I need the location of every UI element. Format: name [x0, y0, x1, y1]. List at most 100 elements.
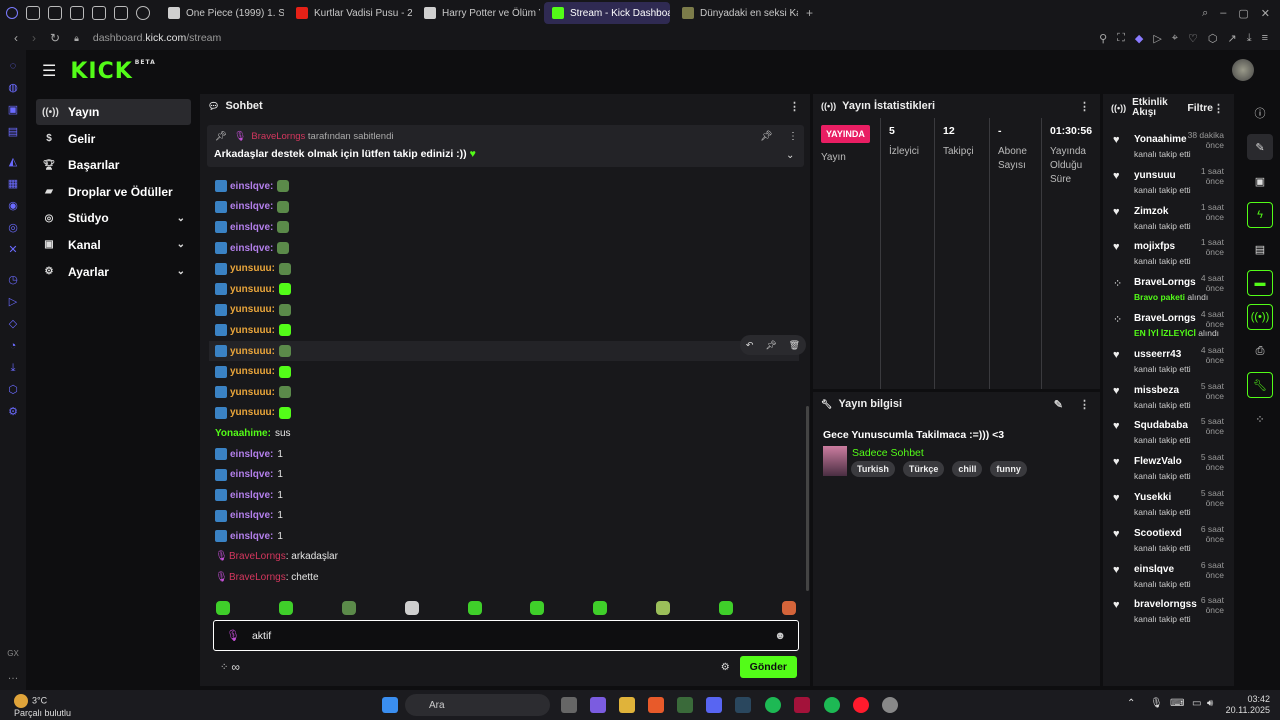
chat-message[interactable]: yunsuuu: [215, 361, 795, 382]
activity-user[interactable]: Yusekki [1134, 492, 1171, 503]
send-button[interactable]: Gönder [739, 656, 797, 678]
heart-icon[interactable]: ♡ [1188, 32, 1198, 45]
browser-tab[interactable]: One Piece (1999) 1. Sezo [160, 2, 284, 24]
x-icon[interactable]: ✕ [7, 244, 19, 256]
downloads-icon[interactable]: ⤓ [7, 362, 19, 374]
tag[interactable]: chill [952, 461, 983, 477]
chevron-down-icon[interactable]: ⌄ [177, 213, 185, 224]
document-icon[interactable]: ▤ [1247, 236, 1273, 262]
activity-user[interactable]: Zimzok [1134, 206, 1168, 217]
chat-input[interactable] [251, 629, 752, 642]
chat-username[interactable]: yunsuuu: [230, 284, 275, 295]
activity-user[interactable]: Yonaahime [1134, 134, 1187, 145]
chat-username[interactable]: yunsuuu: [230, 387, 275, 398]
chat-message[interactable]: yunsuuu: [215, 300, 795, 321]
chat-username[interactable]: yunsuuu: [230, 346, 275, 357]
points-icon[interactable]: ⁘ [220, 662, 228, 673]
browser-tab[interactable]: Kurtlar Vadisi Pusu - 2. B [288, 2, 412, 24]
activity-user[interactable]: einslqve [1134, 564, 1174, 575]
kebab-menu-icon[interactable]: ⋮ [788, 131, 798, 142]
filter-button[interactable]: Filtre [1187, 102, 1213, 114]
chat-username[interactable]: yunsuuu: [230, 325, 275, 336]
volume-icon[interactable]: 🔊︎ [1207, 698, 1213, 709]
share-icon[interactable]: ↗ [1227, 32, 1236, 45]
activity-user[interactable]: Squdababa [1134, 420, 1188, 431]
telegram-icon[interactable]: ◉ [7, 200, 19, 212]
chat-message[interactable]: einslqve: 1 [215, 526, 795, 547]
task-view-icon[interactable] [561, 697, 577, 713]
chat-username[interactable]: einslqve: [230, 531, 273, 542]
chat-username[interactable]: einslqve: [230, 181, 273, 192]
delete-icon[interactable]: 🗑︎ [789, 340, 800, 351]
clock-icon[interactable]: ◔ [7, 340, 19, 352]
nav-item[interactable]: ◎ Stüdyo ⌄ [36, 205, 191, 231]
crypto-icon[interactable]: ◇ [7, 318, 19, 330]
close-icon[interactable]: ✕ [1261, 7, 1270, 20]
chat-username[interactable]: BraveLorngs [229, 572, 286, 583]
kebab-menu-icon[interactable]: ⋮ [789, 100, 800, 113]
chat-message[interactable]: einslqve: [215, 238, 795, 259]
chevron-down-icon[interactable]: ⌄ [786, 150, 794, 161]
emote-button[interactable] [467, 601, 482, 615]
opera-gx-icon[interactable] [853, 697, 869, 713]
chat-scrollbar[interactable] [806, 406, 809, 591]
emote-button[interactable] [719, 601, 733, 615]
taskbar-clock[interactable]: 03:42 20.11.2025 [1224, 694, 1270, 716]
category-thumbnail[interactable] [823, 446, 847, 476]
taskbar-search[interactable]: Ara [405, 694, 550, 716]
history-icon[interactable]: ◷ [7, 274, 19, 286]
browser-tab[interactable]: Dünyadaki en seksi Kadın [674, 2, 798, 24]
chat-message[interactable]: yunsuuu: [215, 382, 795, 403]
gx-icon[interactable]: GX [7, 648, 19, 660]
chat-username[interactable]: einslqve: [230, 469, 273, 480]
maximize-icon[interactable]: ▢ [1238, 7, 1248, 20]
chat-username[interactable]: Yonaahime: [215, 428, 271, 439]
emote-button[interactable] [781, 601, 796, 615]
chat-message[interactable]: einslqve: 1 [215, 506, 795, 527]
chat-message[interactable]: einslqve: [215, 176, 795, 197]
search-tabs-icon[interactable]: ⌕ [1202, 7, 1208, 20]
chat-username[interactable]: einslqve: [230, 449, 273, 460]
chat-username[interactable]: BraveLorngs [229, 551, 286, 562]
chat-username[interactable]: einslqve: [230, 510, 273, 521]
wrench-icon[interactable]: 🔧︎ [1247, 372, 1273, 398]
new-tab-icon[interactable]: + [806, 6, 813, 20]
menu-icon[interactable]: ≡ [1262, 32, 1268, 44]
chat-bubble-icon[interactable]: ▬ [1247, 270, 1273, 296]
url-field[interactable]: dashboard.kick.com/stream [93, 32, 221, 44]
tab-icon[interactable] [92, 6, 106, 20]
kick-logo[interactable]: KICK BETA [70, 59, 155, 84]
chat-message[interactable]: einslqve: [215, 217, 795, 238]
chat-message[interactable]: 🎙︎ BraveLorngs: arkadaşlar [215, 547, 795, 568]
tray-chevron-icon[interactable]: ⌃ [1127, 698, 1135, 709]
minimize-icon[interactable]: – [1220, 7, 1226, 19]
emote-button[interactable] [216, 601, 230, 615]
brave-icon[interactable] [648, 697, 664, 713]
chat-input-box[interactable]: 🎙︎ ☻ [213, 620, 799, 651]
category-link[interactable]: Sadece Sohbet [852, 447, 924, 459]
keyboard-icon[interactable]: ⌨ [1170, 698, 1184, 709]
chat-message[interactable]: einslqve: 1 [215, 464, 795, 485]
edit-icon[interactable]: ✎ [1054, 398, 1063, 411]
chat-message[interactable]: einslqve: 1 [215, 444, 795, 465]
chat-message[interactable]: yunsuuu: [215, 279, 795, 300]
chrome-icon[interactable] [882, 697, 898, 713]
twitch-app-icon[interactable]: ▦ [7, 178, 19, 190]
back-icon[interactable]: ‹ [14, 31, 18, 45]
app-icon[interactable] [794, 697, 810, 713]
tab-icon[interactable] [70, 6, 84, 20]
pin-icon[interactable]: ⚲ [1099, 32, 1107, 45]
activity-user[interactable]: missbeza [1134, 385, 1179, 396]
chat-username[interactable]: yunsuuu: [230, 366, 275, 377]
network-icon[interactable]: ▭ [1192, 698, 1201, 709]
settings-side-icon[interactable]: ⚙ [7, 406, 19, 418]
pinned-message[interactable]: 📌︎ 🎙︎ BraveLorngs tarafından sabitlendi … [207, 125, 804, 167]
chevron-down-icon[interactable]: ⌄ [177, 266, 185, 277]
forward-icon[interactable]: › [32, 31, 36, 45]
chat-message[interactable]: 🎙︎ BraveLorngs: chette [215, 567, 795, 588]
emote-button[interactable] [593, 601, 608, 615]
chat-username[interactable]: einslqve: [230, 490, 273, 501]
chevron-down-icon[interactable]: ⌄ [177, 239, 185, 250]
unpin-icon[interactable]: 📌︎ [760, 131, 773, 142]
user-avatar[interactable] [1232, 59, 1254, 81]
